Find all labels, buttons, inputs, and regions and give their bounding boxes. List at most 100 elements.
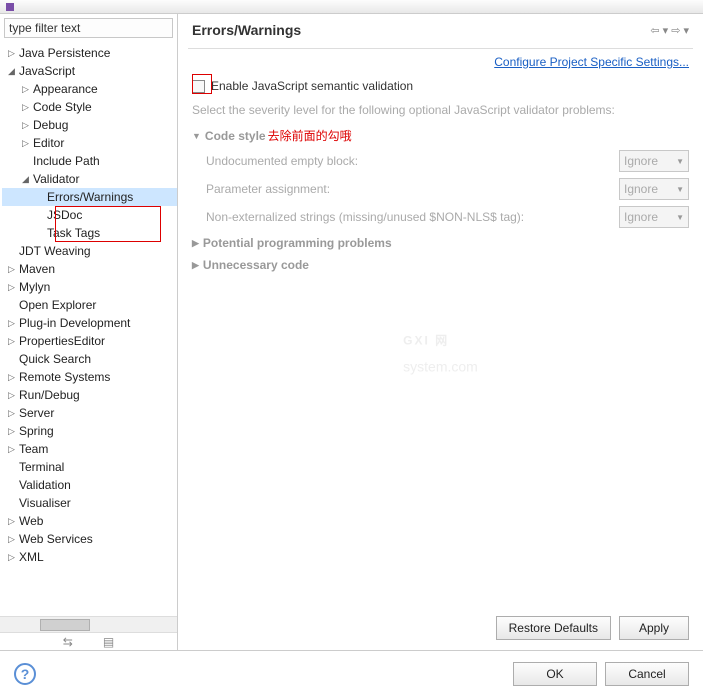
expand-icon[interactable]: ▷	[6, 444, 17, 455]
expand-icon[interactable]: ◢	[6, 66, 17, 77]
tree-item[interactable]: JSDoc	[2, 206, 177, 224]
details-panel: Errors/Warnings ⇦ ▾ ⇨ ▾ Configure Projec…	[178, 14, 703, 650]
tree-item-label: JavaScript	[19, 64, 75, 78]
tree-item[interactable]: ▷XML	[2, 548, 177, 566]
tree-item-label: Server	[19, 406, 54, 420]
expand-icon[interactable]	[6, 498, 17, 509]
expand-icon[interactable]: ▷	[20, 102, 31, 113]
chevron-right-icon: ▶	[192, 238, 199, 249]
expand-icon[interactable]: ▷	[6, 516, 17, 527]
expand-icon[interactable]: ▷	[6, 372, 17, 383]
tree-item[interactable]: Errors/Warnings	[2, 188, 177, 206]
expand-icon[interactable]: ◢	[20, 174, 31, 185]
expand-icon[interactable]	[6, 300, 17, 311]
tree-item-label: Debug	[33, 118, 68, 132]
tree-item[interactable]: ▷Run/Debug	[2, 386, 177, 404]
expand-icon[interactable]: ▷	[6, 552, 17, 563]
window-icon	[6, 3, 14, 11]
expand-icon[interactable]	[6, 462, 17, 473]
tree-item[interactable]: Task Tags	[2, 224, 177, 242]
expand-icon[interactable]	[34, 210, 45, 221]
description-text: Select the severity level for the follow…	[192, 103, 689, 117]
expand-icon[interactable]	[6, 246, 17, 257]
expand-icon[interactable]: ▷	[6, 426, 17, 437]
tree-item-label: Quick Search	[19, 352, 91, 366]
expand-icon[interactable]: ▷	[6, 390, 17, 401]
tree-item[interactable]: ▷Debug	[2, 116, 177, 134]
expand-icon[interactable]	[34, 228, 45, 239]
tree-item[interactable]: ▷PropertiesEditor	[2, 332, 177, 350]
tree-item[interactable]: ▷Team	[2, 440, 177, 458]
tree-item[interactable]: ▷Appearance	[2, 80, 177, 98]
tree-item[interactable]: ▷Maven	[2, 260, 177, 278]
tree-item[interactable]: ▷Code Style	[2, 98, 177, 116]
list-icon[interactable]: ▤	[103, 635, 114, 649]
expand-icon[interactable]: ▷	[6, 408, 17, 419]
nav-arrows[interactable]: ⇦ ▾ ⇨ ▾	[650, 24, 689, 37]
tree-item[interactable]: ◢JavaScript	[2, 62, 177, 80]
apply-button[interactable]: Apply	[619, 616, 689, 640]
help-icon[interactable]: ?	[14, 663, 36, 685]
ok-button[interactable]: OK	[513, 662, 597, 686]
tree-item[interactable]: JDT Weaving	[2, 242, 177, 260]
section-potential[interactable]: ▶ Potential programming problems	[192, 236, 689, 250]
tree-item-label: Java Persistence	[19, 46, 110, 60]
tree-item[interactable]: ▷Spring	[2, 422, 177, 440]
tree-item[interactable]: ▷Server	[2, 404, 177, 422]
severity-combo[interactable]: Ignore▼	[619, 150, 689, 172]
tree-item-label: Run/Debug	[19, 388, 80, 402]
tree-item[interactable]: Include Path	[2, 152, 177, 170]
expand-icon[interactable]: ▷	[6, 264, 17, 275]
expand-icon[interactable]: ▷	[6, 534, 17, 545]
severity-combo[interactable]: Ignore▼	[619, 178, 689, 200]
tree-item-label: Editor	[33, 136, 64, 150]
tree-item[interactable]: ▷Remote Systems	[2, 368, 177, 386]
tree-item[interactable]: Terminal	[2, 458, 177, 476]
tree-item[interactable]: Visualiser	[2, 494, 177, 512]
tree-item[interactable]: Validation	[2, 476, 177, 494]
restore-defaults-button[interactable]: Restore Defaults	[496, 616, 611, 640]
annotation-text: 去除前面的勾哦	[268, 127, 352, 144]
expand-icon[interactable]: ▷	[6, 282, 17, 293]
expand-icon[interactable]: ▷	[6, 336, 17, 347]
tree-item-label: JSDoc	[47, 208, 82, 222]
tree-item[interactable]: ▷Plug-in Development	[2, 314, 177, 332]
cancel-button[interactable]: Cancel	[605, 662, 689, 686]
expand-icon[interactable]	[6, 354, 17, 365]
configure-link[interactable]: Configure Project Specific Settings...	[494, 55, 689, 69]
tree-item[interactable]: Open Explorer	[2, 296, 177, 314]
tree-item-label: Validator	[33, 172, 79, 186]
expand-icon[interactable]: ▷	[20, 120, 31, 131]
tree-item-label: Team	[19, 442, 48, 456]
section-code-style[interactable]: ▼ Code style 去除前面的勾哦	[192, 127, 689, 144]
expand-icon[interactable]: ▷	[20, 84, 31, 95]
tree-item-label: Appearance	[33, 82, 98, 96]
enable-validation-checkbox[interactable]	[192, 80, 205, 93]
tree-item[interactable]: ▷Web	[2, 512, 177, 530]
expand-icon[interactable]	[6, 480, 17, 491]
section-unnecessary[interactable]: ▶ Unnecessary code	[192, 258, 689, 272]
tree-item[interactable]: ▷Web Services	[2, 530, 177, 548]
expand-icon[interactable]: ▷	[6, 318, 17, 329]
expand-icon[interactable]	[34, 192, 45, 203]
tree-item-label: XML	[19, 550, 44, 564]
expand-icon[interactable]	[20, 156, 31, 167]
tree-item[interactable]: ▷Mylyn	[2, 278, 177, 296]
filter-input[interactable]	[4, 18, 173, 38]
preference-tree[interactable]: ▷Java Persistence◢JavaScript▷Appearance▷…	[0, 42, 177, 616]
option-row: Undocumented empty block:Ignore▼	[206, 150, 689, 172]
expand-icon[interactable]: ▷	[6, 48, 17, 59]
tree-item[interactable]: ▷Editor	[2, 134, 177, 152]
tree-toolbar: ⇆ ▤	[0, 632, 177, 650]
tree-item[interactable]: Quick Search	[2, 350, 177, 368]
tree-scrollbar[interactable]	[0, 616, 177, 632]
severity-combo[interactable]: Ignore▼	[619, 206, 689, 228]
collapse-icon[interactable]: ⇆	[63, 635, 73, 649]
option-row: Parameter assignment:Ignore▼	[206, 178, 689, 200]
chevron-right-icon: ▶	[192, 260, 199, 271]
tree-item[interactable]: ▷Java Persistence	[2, 44, 177, 62]
tree-item-label: Web Services	[19, 532, 93, 546]
tree-item[interactable]: ◢Validator	[2, 170, 177, 188]
tree-item-label: PropertiesEditor	[19, 334, 105, 348]
expand-icon[interactable]: ▷	[20, 138, 31, 149]
